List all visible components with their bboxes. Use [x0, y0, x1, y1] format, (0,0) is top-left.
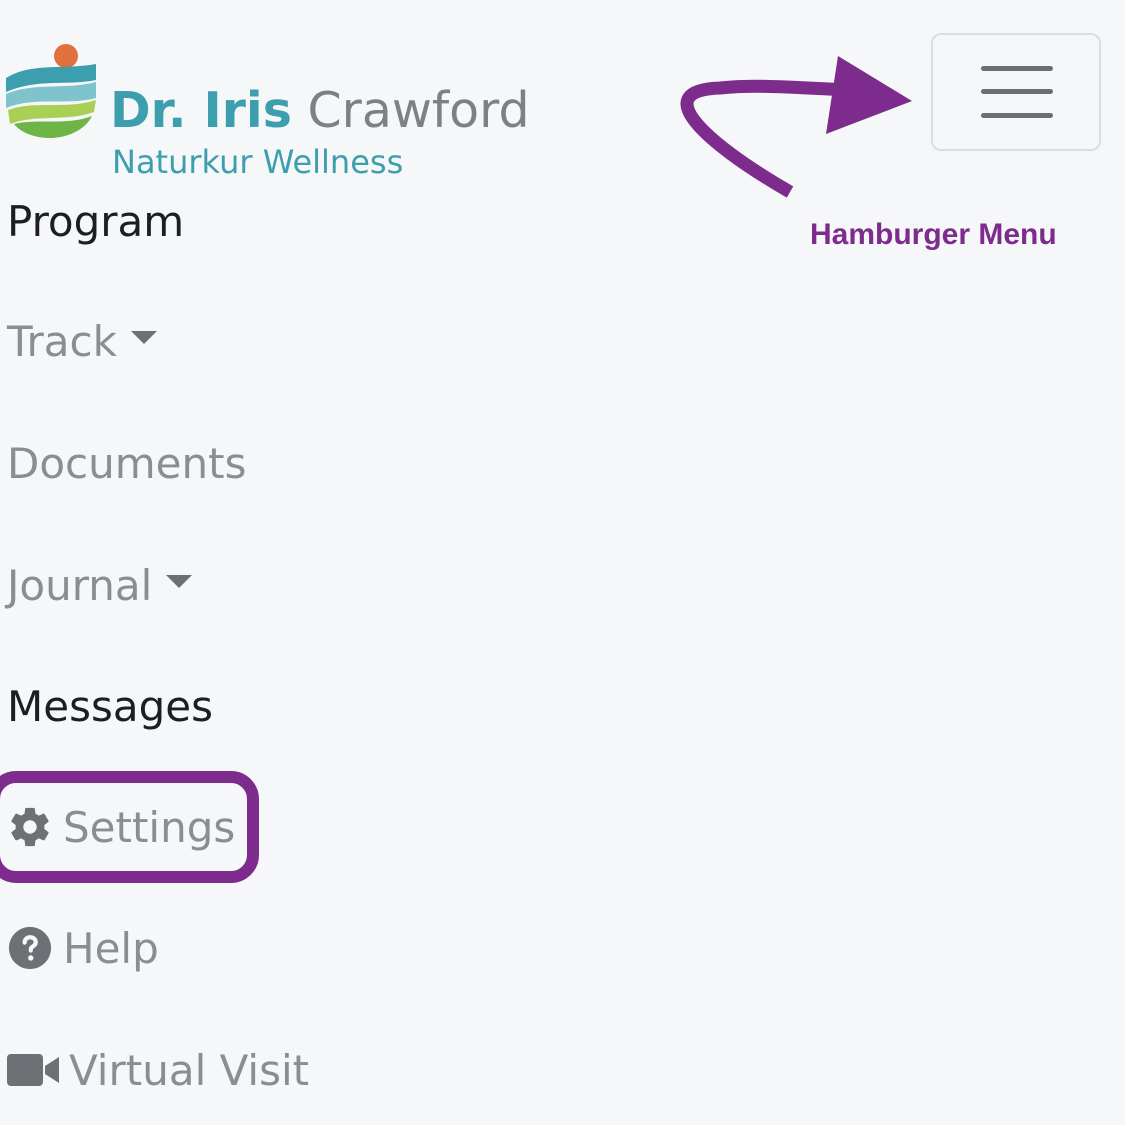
logo-mark-icon: [6, 44, 96, 138]
question-circle-icon: [7, 925, 53, 971]
nav-item-journal[interactable]: Journal: [7, 550, 193, 620]
hamburger-icon: [981, 66, 1053, 71]
nav-item-documents[interactable]: Documents: [7, 428, 246, 498]
nav-item-help[interactable]: Help: [7, 913, 159, 983]
nav-item-label: Messages: [7, 681, 213, 731]
nav-item-label: Virtual Visit: [69, 1045, 310, 1095]
hamburger-menu-button[interactable]: [931, 33, 1101, 151]
brand-name-light: Crawford: [307, 82, 530, 139]
brand-logo[interactable]: Dr. Iris Crawford Naturkur Wellness: [4, 40, 530, 178]
video-camera-icon: [7, 1050, 61, 1090]
nav-item-settings[interactable]: Settings: [7, 792, 235, 862]
gear-icon: [7, 804, 53, 850]
nav-item-label: Help: [63, 923, 159, 973]
nav-item-label: Track: [7, 316, 117, 366]
annotation-label: Hamburger Menu: [810, 218, 1057, 251]
nav-item-program[interactable]: Program: [7, 186, 184, 256]
brand-name-bold: Dr. Iris: [110, 82, 292, 139]
brand-subtitle: Naturkur Wellness: [112, 143, 404, 181]
nav-item-label: Program: [7, 196, 185, 246]
caret-down-icon: [130, 330, 157, 344]
nav-item-track[interactable]: Track: [7, 306, 157, 376]
nav-item-label: Documents: [7, 438, 247, 488]
nav-item-label: Settings: [63, 802, 236, 852]
hamburger-icon-bar: [981, 113, 1053, 118]
brand-title: Dr. Iris Crawford: [110, 86, 530, 135]
hamburger-icon-bar: [981, 89, 1053, 94]
nav-item-label: Journal: [7, 560, 153, 610]
caret-down-icon: [166, 574, 193, 588]
nav-item-messages[interactable]: Messages: [7, 671, 213, 741]
nav-item-virtual-visit[interactable]: Virtual Visit: [7, 1035, 309, 1105]
